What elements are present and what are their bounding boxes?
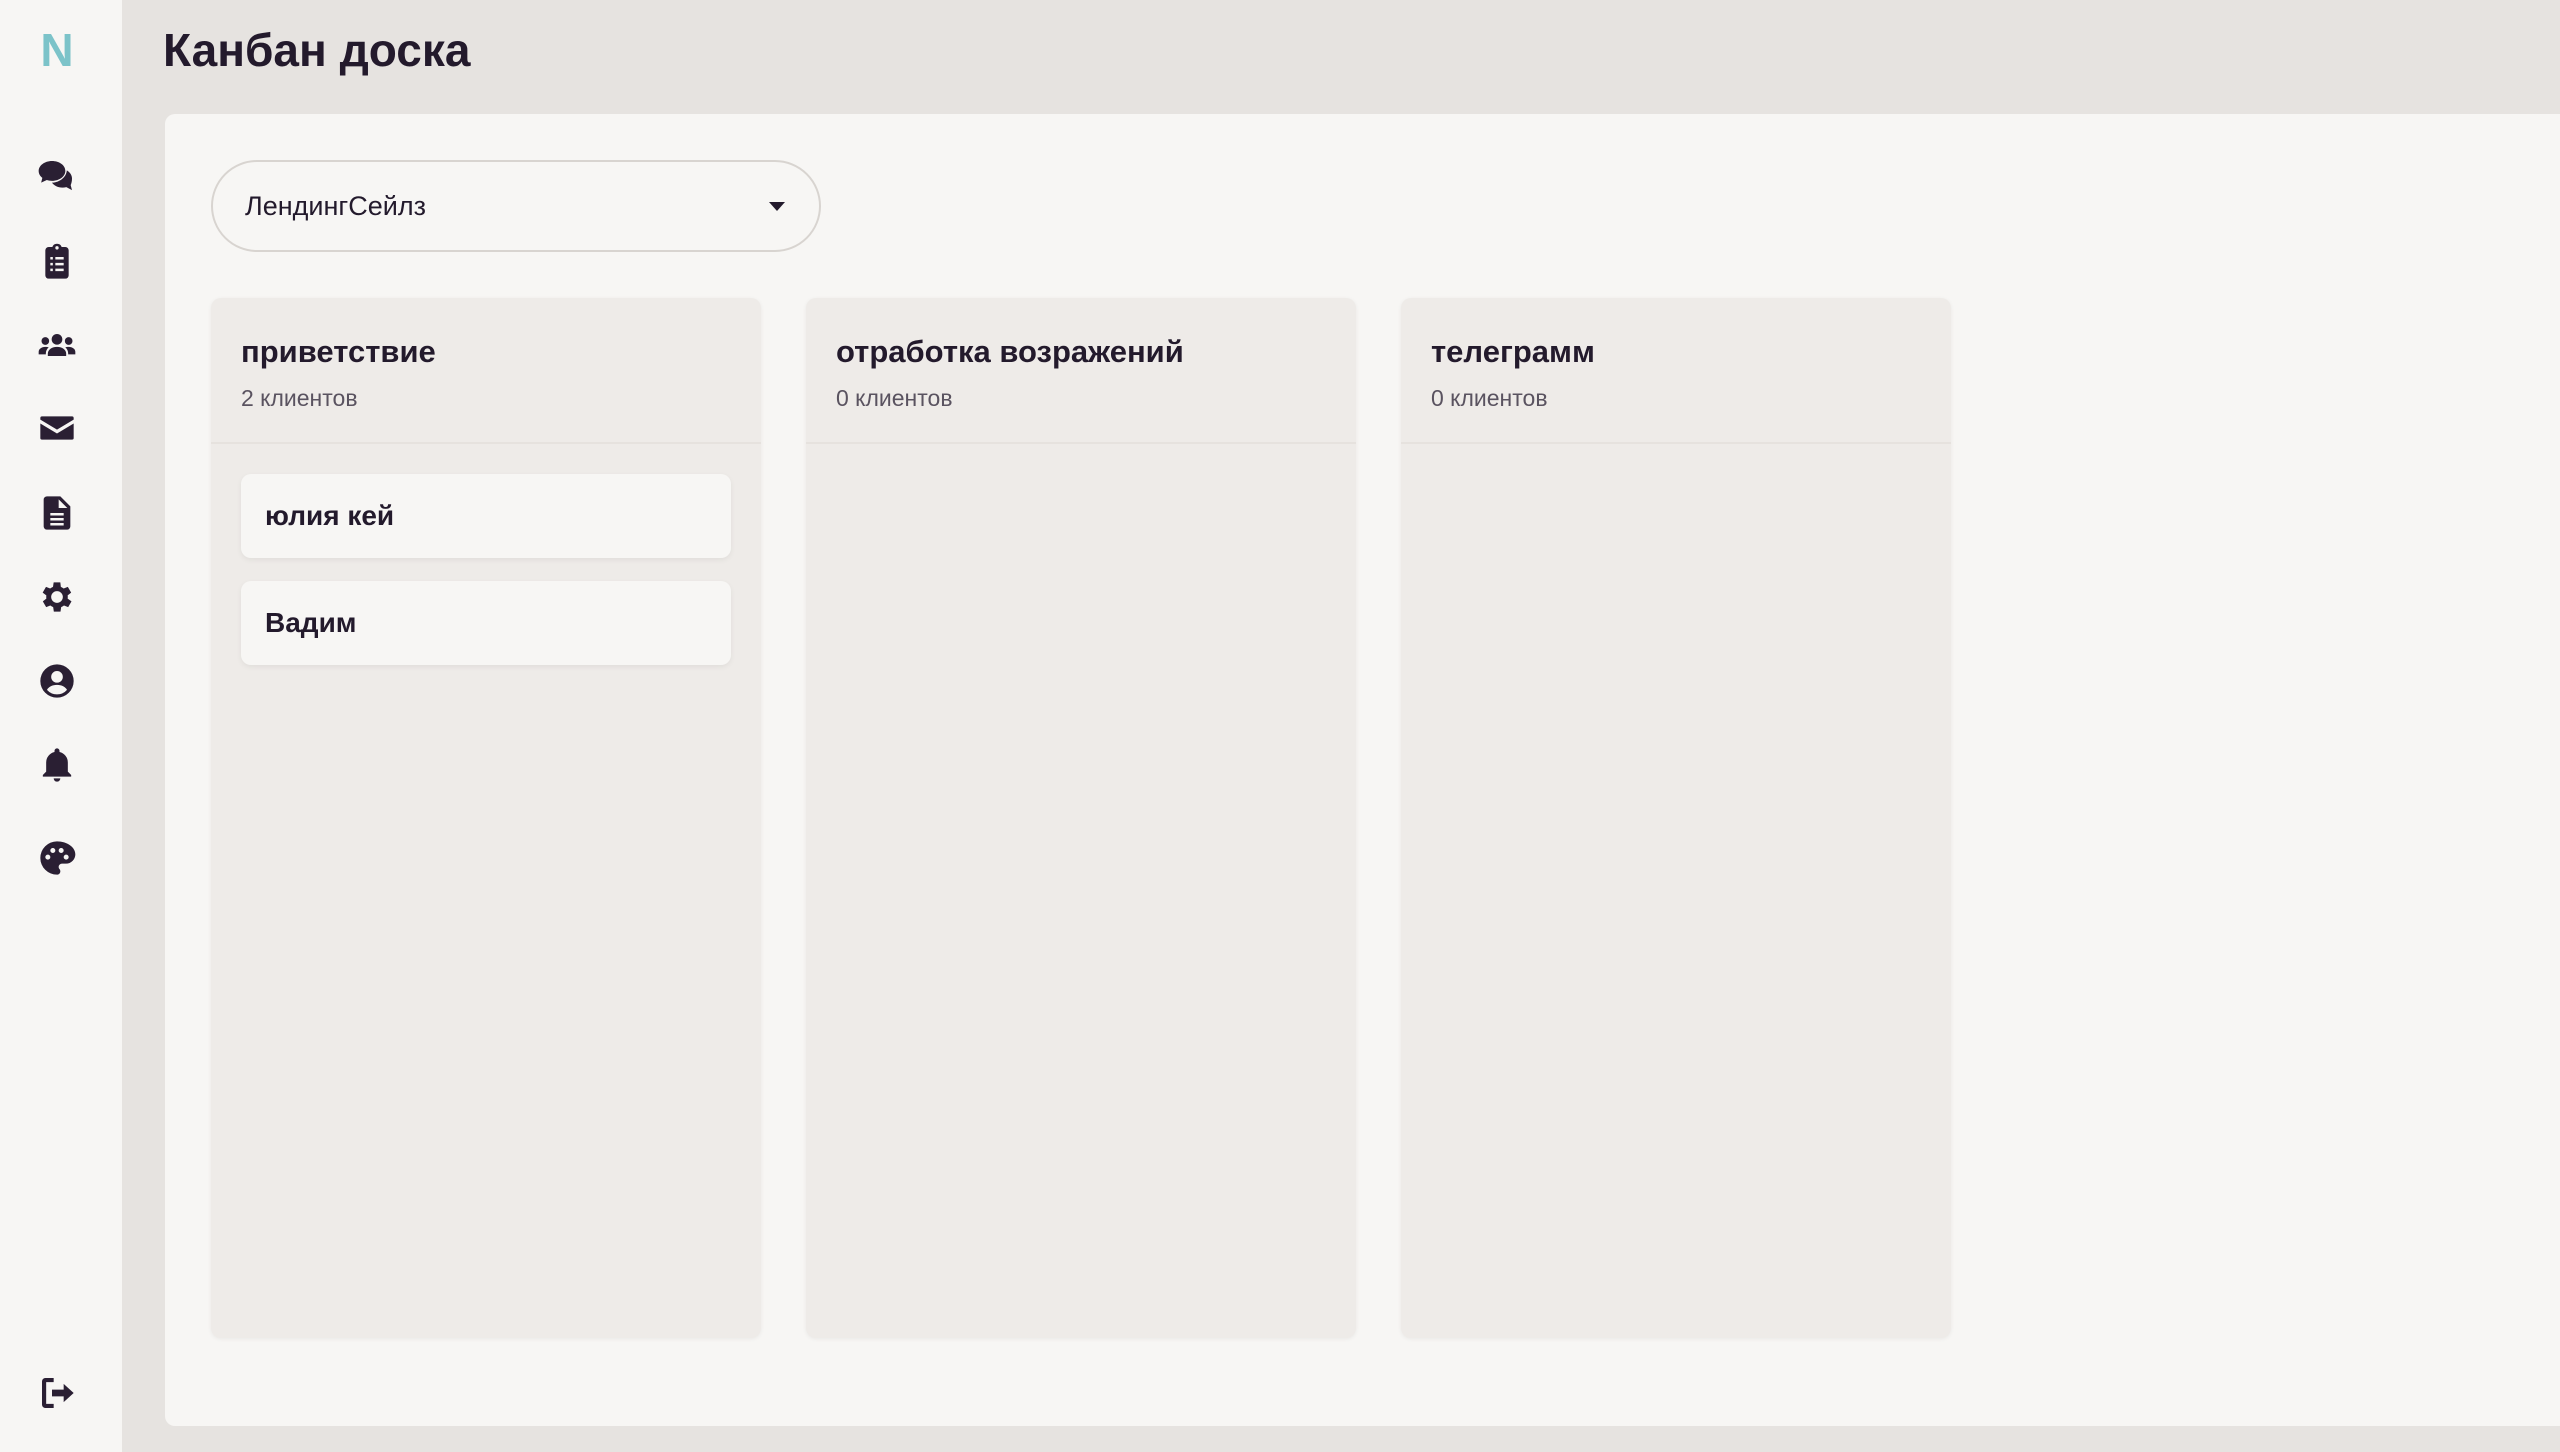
column-count: 0 клиентов	[836, 385, 953, 411]
chat-icon[interactable]	[35, 154, 79, 198]
client-name: Вадим	[265, 607, 357, 638]
sidebar: N	[0, 0, 122, 1452]
funnel-select[interactable]: ЛендингСейлз	[211, 160, 821, 252]
funnel-select-value: ЛендингСейлз	[245, 190, 426, 221]
client-card[interactable]: Вадим	[241, 581, 731, 665]
column-header: приветствие 2 клиентов	[211, 298, 761, 444]
gear-icon[interactable]	[35, 575, 79, 619]
column-title: телеграмм	[1431, 334, 1595, 369]
caret-down-icon	[769, 201, 785, 211]
client-card[interactable]: юлия кей	[241, 474, 731, 558]
column-count: 2 клиентов	[241, 385, 358, 411]
column-header: отработка возражений 0 клиентов	[806, 298, 1356, 444]
document-icon[interactable]	[35, 491, 79, 535]
logout-icon[interactable]	[35, 1371, 79, 1415]
bell-icon[interactable]	[35, 743, 79, 787]
mail-icon[interactable]	[35, 406, 79, 450]
column-body: юлия кей Вадим	[211, 444, 761, 665]
column-title: отработка возражений	[836, 334, 1184, 369]
column-header: телеграмм 0 клиентов	[1401, 298, 1951, 444]
app-root: N Канбан доска ЛендингСейлз приветствие …	[0, 0, 2560, 1452]
column-body	[806, 444, 1356, 474]
clipboard-list-icon[interactable]	[35, 240, 79, 284]
column-title: приветствие	[241, 334, 436, 369]
kanban-board: ЛендингСейлз приветствие 2 клиентов юлия…	[165, 114, 2560, 1426]
user-circle-icon[interactable]	[35, 659, 79, 703]
page-title: Канбан доска	[163, 24, 471, 76]
kanban-column: приветствие 2 клиентов юлия кей Вадим	[211, 298, 761, 1338]
app-logo[interactable]: N	[0, 22, 114, 78]
users-icon[interactable]	[35, 324, 79, 368]
column-body	[1401, 444, 1951, 474]
column-count: 0 клиентов	[1431, 385, 1548, 411]
kanban-column: телеграмм 0 клиентов	[1401, 298, 1951, 1338]
kanban-column: отработка возражений 0 клиентов	[806, 298, 1356, 1338]
client-name: юлия кей	[265, 500, 395, 531]
palette-icon[interactable]	[35, 836, 79, 880]
